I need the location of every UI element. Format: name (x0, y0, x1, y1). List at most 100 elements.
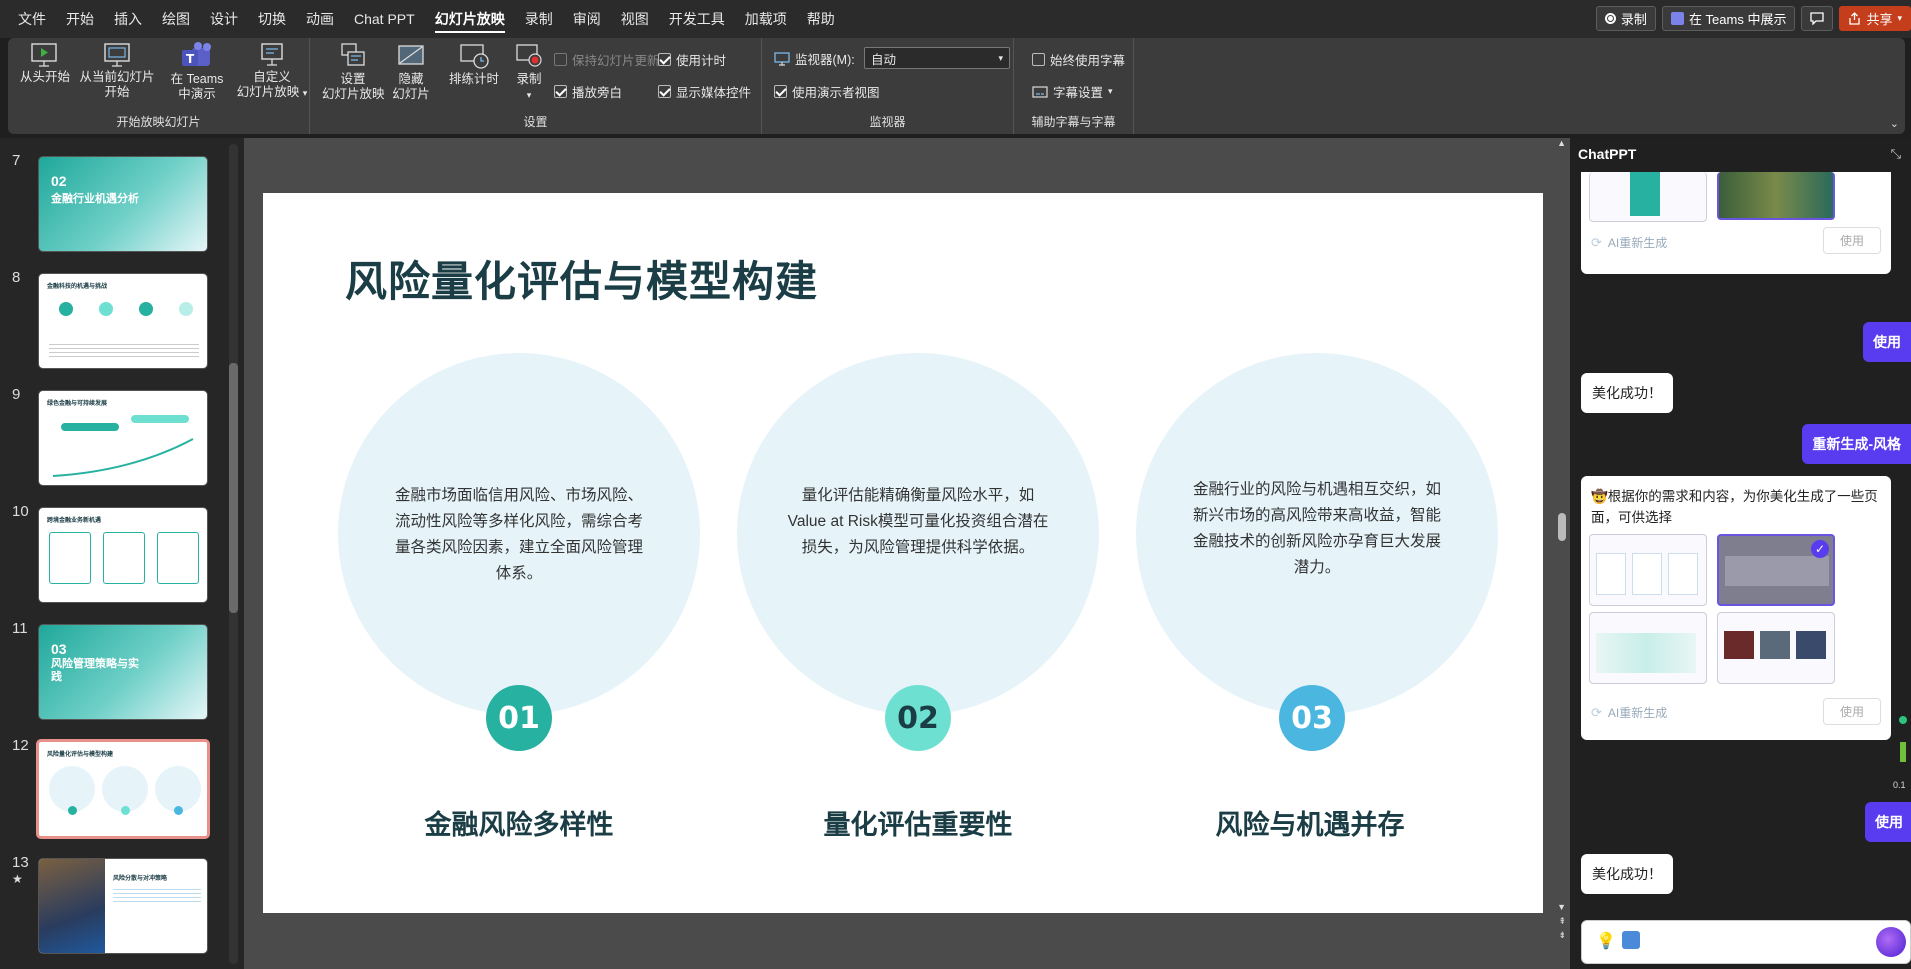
next-slide-icon[interactable]: ⇟ (1558, 930, 1566, 941)
template-option[interactable] (1589, 172, 1707, 222)
template-option[interactable] (1717, 172, 1835, 220)
group-start-slideshow-label: 开始放映幻灯片 (116, 115, 201, 129)
present-in-teams-button[interactable]: T 在 Teams 中演示 (166, 42, 228, 102)
column-heading-2[interactable]: 量化评估重要性 (737, 803, 1099, 842)
always-subtitles-checkbox[interactable]: 始终使用字幕 (1032, 50, 1125, 69)
rehearse-timings-button[interactable]: 排练计时 (446, 42, 502, 87)
keep-slides-updated-checkbox[interactable]: 保持幻灯片更新 (554, 50, 660, 69)
from-current-button[interactable]: 从当前幻灯片 开始 (76, 42, 158, 100)
menu-slideshow[interactable]: 幻灯片放映 (425, 0, 515, 38)
use-template-button[interactable]: 使用 (1823, 227, 1881, 254)
menu-developer[interactable]: 开发工具 (659, 0, 735, 38)
suggestion-card-top: ⟳ AI重新生成 使用 (1581, 172, 1891, 274)
thumbnail-scroll-thumb[interactable] (229, 363, 238, 613)
menu-record[interactable]: 录制 (515, 0, 563, 38)
svg-text:T: T (186, 52, 195, 66)
record-button[interactable]: 录制 (1595, 6, 1656, 31)
slide-thumbnail-11[interactable]: 03 风险管理策略与实践 (38, 624, 208, 720)
suggestion-card: 🤠根据你的需求和内容，为你美化生成了一些页面，可供选择 ✓ ⟳ AI重新生成 使… (1581, 476, 1891, 740)
teams-present-button[interactable]: 在 Teams 中展示 (1661, 6, 1796, 31)
template-option-1[interactable] (1589, 534, 1707, 606)
menu-addins[interactable]: 加载项 (735, 0, 797, 38)
slide-thumbnail-8[interactable]: 金融科技的机遇与挑战 (38, 273, 208, 369)
subtitle-icon (1032, 85, 1048, 98)
column-text-2[interactable]: 量化评估能精确衡量风险水平，如Value at Risk模型可量化投资组合潜在损… (787, 483, 1049, 561)
menu-review[interactable]: 审阅 (563, 0, 611, 38)
use-timings-checkbox[interactable]: 使用计时 (658, 50, 726, 69)
bot-prompt-text: 🤠根据你的需求和内容，为你美化生成了一些页面，可供选择 (1591, 489, 1878, 525)
column-text-1[interactable]: 金融市场面临信用风险、市场风险、流动性风险等多样化风险，需综合考量各类风险因素，… (388, 483, 650, 587)
checkbox-box (554, 53, 567, 66)
comments-button[interactable] (1801, 6, 1834, 31)
column-number-badge-1: 01 (486, 685, 552, 751)
menu-design[interactable]: 设计 (200, 0, 248, 38)
image-icon[interactable] (1622, 931, 1640, 949)
play-current-icon (104, 43, 130, 67)
subtitle-settings-button[interactable]: 字幕设置 ▾ (1032, 82, 1113, 101)
template-option-2-selected[interactable]: ✓ (1717, 534, 1835, 606)
record-slideshow-label: 录制 (516, 72, 542, 86)
collapse-pane-icon[interactable]: ⤡ (1891, 146, 1901, 162)
menu-help[interactable]: 帮助 (797, 0, 845, 38)
presenter-view-checkbox[interactable]: 使用演示者视图 (774, 82, 880, 101)
group-monitor: 监视器(M): 自动 ▾ 使用演示者视图 监视器 (762, 38, 1014, 134)
slide-thumbnail-13[interactable]: 风险分散与对冲策略 (38, 858, 208, 954)
from-start-button[interactable]: 从头开始 (20, 42, 70, 85)
teams-present-label: 在 Teams 中展示 (1688, 12, 1787, 27)
chat-input-bar[interactable]: 💡 (1581, 920, 1911, 964)
setup-slideshow-label-1: 设置 (340, 72, 366, 86)
share-button[interactable]: 共享 ▾ (1839, 6, 1911, 31)
teams-icon (1670, 12, 1684, 25)
column-text-3[interactable]: 金融行业的风险与机遇相互交织，如新兴市场的高风险带来高收益，智能金融技术的创新风… (1186, 477, 1448, 581)
slide-thumbnail-10[interactable]: 跨境金融业务新机遇 (38, 507, 208, 603)
custom-slideshow-button[interactable]: 自定义 幻灯片放映 ▾ (234, 42, 310, 101)
side-indicator: 0.1 (1893, 708, 1911, 798)
side-value: 0.1 (1893, 780, 1906, 790)
slide-title[interactable]: 风险量化评估与模型构建 (345, 248, 818, 309)
menu-draw[interactable]: 绘图 (152, 0, 200, 38)
play-narrations-checkbox[interactable]: 播放旁白 (554, 82, 622, 101)
record-slideshow-button[interactable]: 录制 ▾ (510, 42, 548, 103)
slide-thumbnail-9[interactable]: 绿色金融与可持续发展 (38, 390, 208, 486)
menu-view[interactable]: 视图 (611, 0, 659, 38)
lightbulb-icon[interactable]: 💡 (1596, 931, 1616, 951)
collapse-ribbon-icon[interactable]: ⌄ (1890, 117, 1899, 130)
template-option-3[interactable] (1589, 612, 1707, 684)
comment-icon (1810, 12, 1825, 25)
voice-orb-icon[interactable] (1876, 927, 1906, 957)
column-heading-3[interactable]: 风险与机遇并存 (1129, 803, 1491, 842)
thumb-title: 绿色金融与可持续发展 (47, 401, 108, 407)
template-option-4[interactable] (1717, 612, 1835, 684)
chevron-down-icon: ▾ (1108, 86, 1113, 96)
menu-transitions[interactable]: 切换 (248, 0, 296, 38)
group-setup-label: 设置 (523, 115, 548, 129)
prev-slide-icon[interactable]: ⇞ (1558, 916, 1566, 927)
thumb-title: 03 (51, 641, 67, 657)
present-in-teams-label-2: 中演示 (178, 87, 216, 101)
slide-thumbnail-12[interactable]: 风险量化评估与模型构建 (36, 739, 210, 839)
refresh-icon: ⟳ (1591, 234, 1602, 250)
slide-thumbnail-7[interactable]: 02 金融行业机遇分析 (38, 156, 208, 252)
show-media-controls-checkbox[interactable]: 显示媒体控件 (658, 82, 751, 101)
menu-chatppt[interactable]: Chat PPT (344, 0, 425, 38)
menu-file[interactable]: 文件 (8, 0, 56, 38)
canvas-scrollbar-track[interactable] (1556, 146, 1568, 946)
setup-slideshow-button[interactable]: 设置 幻灯片放映 (322, 42, 385, 102)
slide[interactable]: 风险量化评估与模型构建 金融市场面临信用风险、市场风险、流动性风险等多样化风险，… (263, 193, 1543, 913)
menu-insert[interactable]: 插入 (104, 0, 152, 38)
scroll-up-icon[interactable]: ▲ (1557, 138, 1566, 148)
scroll-down-icon[interactable]: ▼ (1557, 902, 1566, 912)
monitor-select[interactable]: 自动 ▾ (864, 47, 1010, 69)
ai-regenerate-button[interactable]: ⟳ AI重新生成 (1591, 704, 1667, 721)
chatppt-pane: ChatPPT ⤡ ⟳ AI重新生成 使用 使用 美化成功！ 重新生成-风格 🤠… (1570, 138, 1911, 969)
canvas-scrollbar-thumb[interactable] (1558, 513, 1566, 541)
ai-regenerate-button[interactable]: ⟳ AI重新生成 (1591, 234, 1667, 251)
thumb-subtitle: 风险管理策略与实践 (51, 658, 139, 683)
column-number-badge-2: 02 (885, 685, 951, 751)
hide-slide-button[interactable]: 隐藏 幻灯片 (388, 42, 434, 102)
use-template-button[interactable]: 使用 (1823, 698, 1881, 725)
thumb-title: 风险分散与对冲策略 (113, 876, 168, 882)
menu-home[interactable]: 开始 (56, 0, 104, 38)
menu-animations[interactable]: 动画 (296, 0, 344, 38)
column-heading-1[interactable]: 金融风险多样性 (338, 803, 700, 842)
